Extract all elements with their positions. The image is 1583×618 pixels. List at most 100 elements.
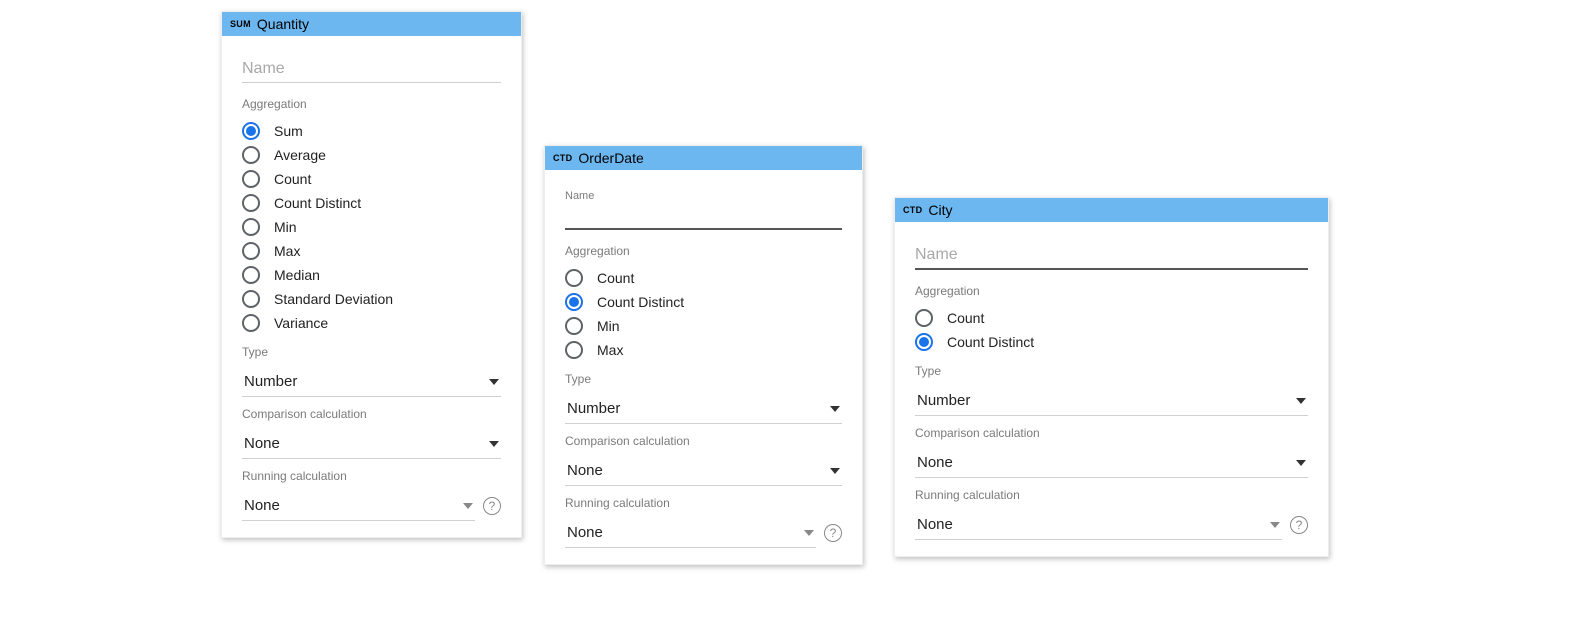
chevron-down-icon xyxy=(489,379,499,385)
radio-label: Max xyxy=(274,243,300,259)
radio-icon xyxy=(242,314,260,332)
aggregation-badge: CTD xyxy=(553,153,572,163)
radio-label: Count Distinct xyxy=(597,294,684,310)
aggregation-option-max[interactable]: Max xyxy=(242,239,501,263)
radio-label: Count xyxy=(274,171,311,187)
type-value: Number xyxy=(244,373,297,390)
aggregation-option-count-distinct[interactable]: Count Distinct xyxy=(242,191,501,215)
chevron-down-icon xyxy=(1296,398,1306,404)
aggregation-option-variance[interactable]: Variance xyxy=(242,311,501,335)
running-select[interactable]: None xyxy=(565,518,816,548)
running-label: Running calculation xyxy=(915,488,1308,502)
comparison-label: Comparison calculation xyxy=(242,407,501,421)
field-panel-orderdate: CTD OrderDate Name Aggregation CountCoun… xyxy=(544,145,863,565)
radio-label: Min xyxy=(597,318,620,334)
panel-header[interactable]: CTD OrderDate xyxy=(545,146,862,170)
radio-icon xyxy=(242,122,260,140)
name-field-block xyxy=(915,242,1308,270)
help-icon[interactable]: ? xyxy=(1290,516,1308,534)
aggregation-badge: CTD xyxy=(903,205,922,215)
name-field-block xyxy=(242,56,501,83)
radio-label: Min xyxy=(274,219,297,235)
running-value: None xyxy=(917,516,953,533)
type-value: Number xyxy=(567,400,620,417)
aggregation-label: Aggregation xyxy=(915,284,1308,298)
aggregation-option-count-distinct[interactable]: Count Distinct xyxy=(915,330,1308,354)
panel-body: Name Aggregation CountCount DistinctMinM… xyxy=(545,170,862,564)
type-label: Type xyxy=(915,364,1308,378)
aggregation-badge: SUM xyxy=(230,19,251,29)
aggregation-options: Count Count Distinct Min Max xyxy=(565,266,842,362)
aggregation-options: Count Count Distinct xyxy=(915,306,1308,354)
radio-label: Count xyxy=(597,270,634,286)
chevron-down-icon xyxy=(830,406,840,412)
field-panel-quantity: SUM Quantity Aggregation Sum Average Count… xyxy=(221,11,522,538)
aggregation-label: Aggregation xyxy=(565,244,842,258)
running-select[interactable]: None xyxy=(242,491,475,521)
radio-icon xyxy=(565,341,583,359)
name-input[interactable] xyxy=(565,202,842,230)
type-label: Type xyxy=(565,372,842,386)
aggregation-label: Aggregation xyxy=(242,97,501,111)
radio-label: Max xyxy=(597,342,623,358)
running-value: None xyxy=(567,524,603,541)
running-row: None ? xyxy=(565,518,842,548)
aggregation-option-count[interactable]: Count xyxy=(242,167,501,191)
chevron-down-icon xyxy=(1296,460,1306,466)
radio-icon xyxy=(242,218,260,236)
aggregation-option-sum[interactable]: Sum xyxy=(242,119,501,143)
comparison-select[interactable]: None xyxy=(915,448,1308,478)
type-select[interactable]: Number xyxy=(915,386,1308,416)
radio-icon xyxy=(242,290,260,308)
running-value: None xyxy=(244,497,280,514)
radio-label: Average xyxy=(274,147,326,163)
aggregation-option-count[interactable]: Count xyxy=(915,306,1308,330)
comparison-select[interactable]: None xyxy=(565,456,842,486)
panel-header[interactable]: CTD City xyxy=(895,198,1328,222)
panel-header[interactable]: SUM Quantity xyxy=(222,12,521,36)
radio-label: Variance xyxy=(274,315,328,331)
panel-body: Aggregation Sum Average Count Count Distinc… xyxy=(222,36,521,537)
panel-title: OrderDate xyxy=(578,150,643,166)
running-label: Running calculation xyxy=(242,469,501,483)
aggregation-option-standard-deviation[interactable]: Standard Deviation xyxy=(242,287,501,311)
radio-label: Sum xyxy=(274,123,303,139)
name-input[interactable] xyxy=(242,56,501,83)
running-select[interactable]: None xyxy=(915,510,1282,540)
radio-label: Count Distinct xyxy=(274,195,361,211)
panel-title: Quantity xyxy=(257,16,309,32)
aggregation-option-max[interactable]: Max xyxy=(565,338,842,362)
radio-label: Count xyxy=(947,310,984,326)
help-icon[interactable]: ? xyxy=(824,524,842,542)
aggregation-option-average[interactable]: Average xyxy=(242,143,501,167)
running-row: None ? xyxy=(915,510,1308,540)
running-label: Running calculation xyxy=(565,496,842,510)
type-label: Type xyxy=(242,345,501,359)
radio-icon xyxy=(242,146,260,164)
help-icon[interactable]: ? xyxy=(483,497,501,515)
chevron-down-icon xyxy=(463,503,473,509)
aggregation-option-median[interactable]: Median xyxy=(242,263,501,287)
comparison-value: None xyxy=(917,454,953,471)
comparison-label: Comparison calculation xyxy=(565,434,842,448)
comparison-label: Comparison calculation xyxy=(915,426,1308,440)
aggregation-option-count[interactable]: Count xyxy=(565,266,842,290)
name-input[interactable] xyxy=(915,242,1308,270)
radio-icon xyxy=(565,293,583,311)
chevron-down-icon xyxy=(1270,522,1280,528)
radio-icon xyxy=(242,170,260,188)
aggregation-option-min[interactable]: Min xyxy=(565,314,842,338)
type-select[interactable]: Number xyxy=(242,367,501,397)
radio-icon xyxy=(565,269,583,287)
chevron-down-icon xyxy=(830,468,840,474)
radio-icon xyxy=(242,242,260,260)
radio-label: Median xyxy=(274,267,320,283)
comparison-select[interactable]: None xyxy=(242,429,501,459)
type-select[interactable]: Number xyxy=(565,394,842,424)
chevron-down-icon xyxy=(489,441,499,447)
field-panel-city: CTD City Aggregation Count Count Distinct… xyxy=(894,197,1329,557)
radio-label: Standard Deviation xyxy=(274,291,393,307)
aggregation-option-min[interactable]: Min xyxy=(242,215,501,239)
aggregation-option-count-distinct[interactable]: Count Distinct xyxy=(565,290,842,314)
radio-icon xyxy=(915,333,933,351)
